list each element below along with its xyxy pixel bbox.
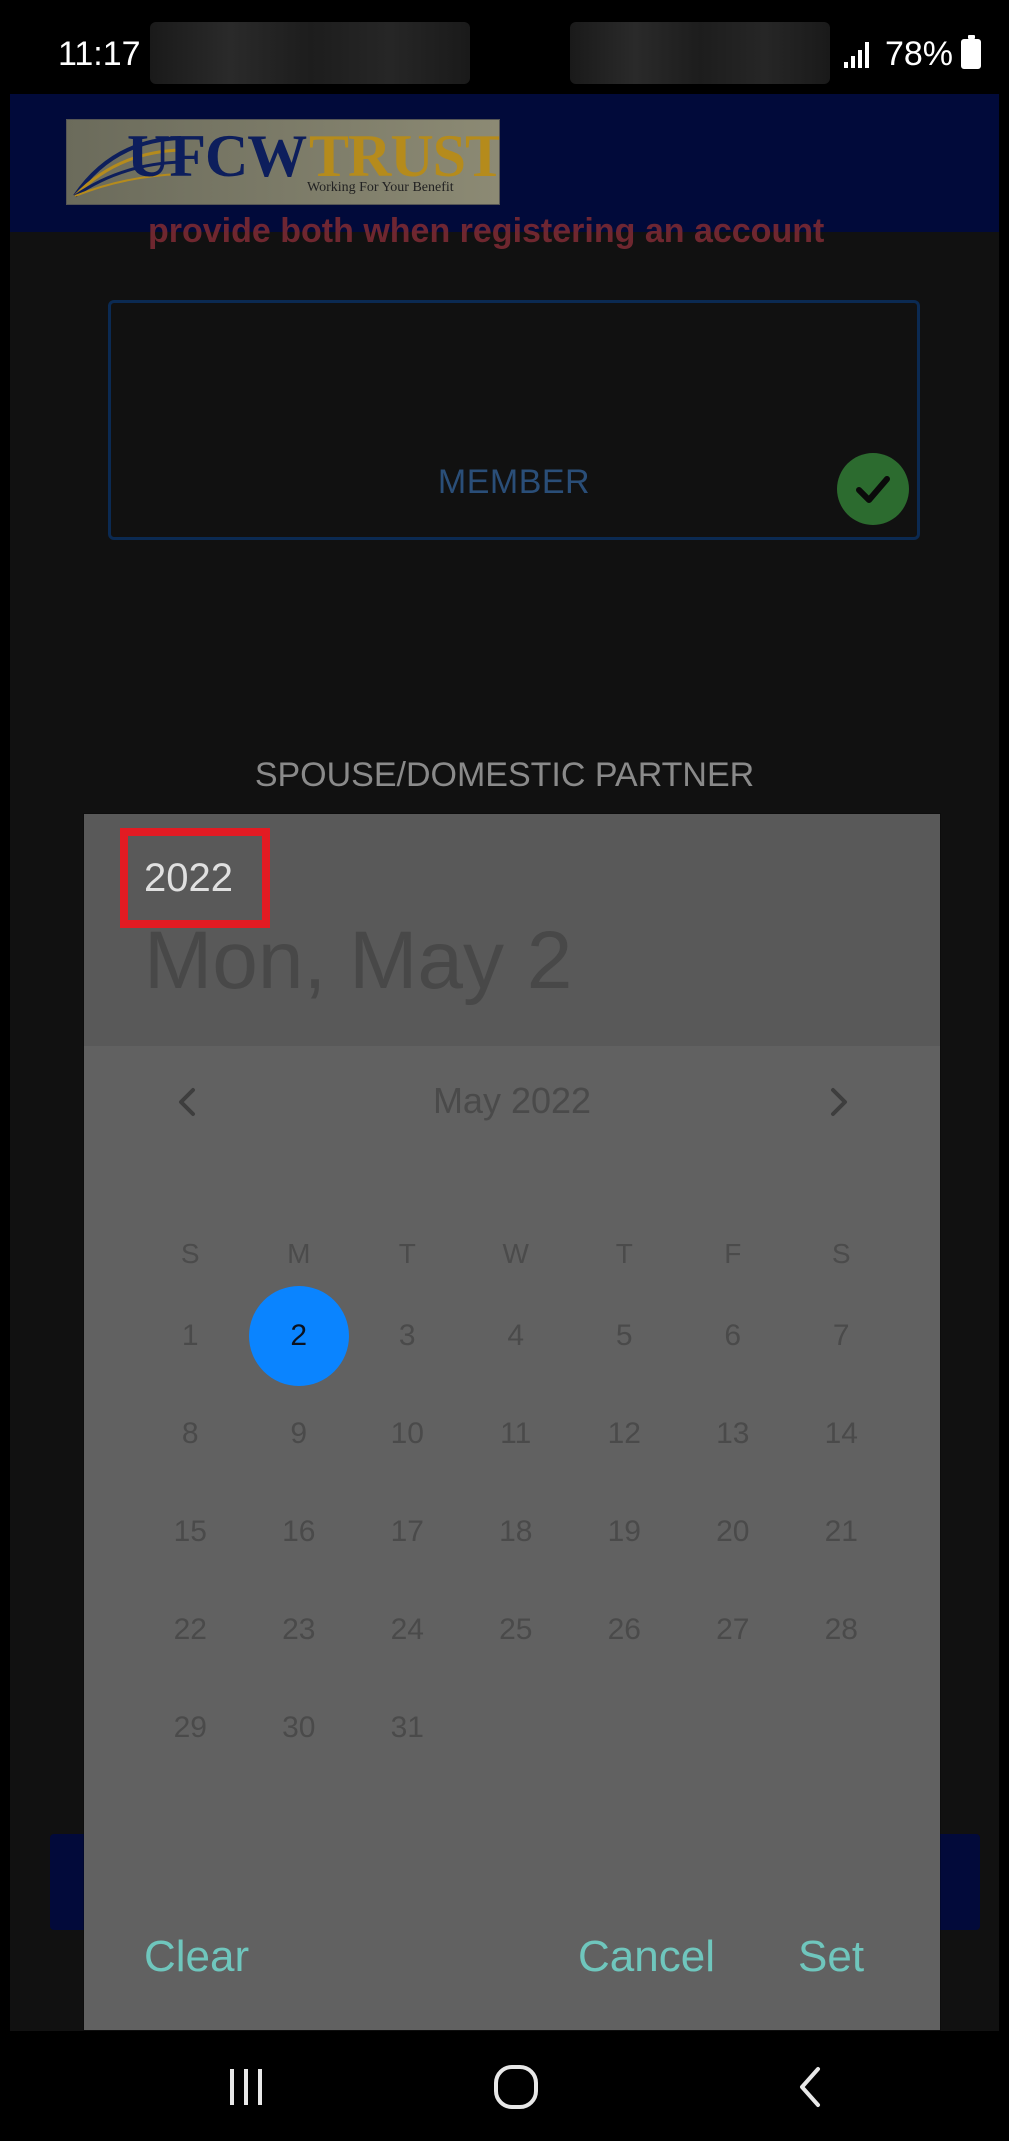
calendar-day[interactable]: 31 <box>353 1679 462 1777</box>
home-button[interactable] <box>476 2057 556 2117</box>
blurred-notification-area <box>150 22 470 84</box>
calendar-day[interactable]: 3 <box>353 1287 462 1385</box>
calendar-day[interactable]: 16 <box>245 1483 354 1581</box>
spouse-partner-label: SPOUSE/DOMESTIC PARTNER <box>254 756 755 794</box>
calendar-day[interactable]: 22 <box>136 1581 245 1679</box>
calendar-day[interactable]: 12 <box>570 1385 679 1483</box>
calendar-day[interactable]: 25 <box>462 1581 571 1679</box>
calendar-day[interactable]: 7 <box>787 1287 896 1385</box>
calendar-day[interactable]: 28 <box>787 1581 896 1679</box>
calendar-day[interactable]: 24 <box>353 1581 462 1679</box>
logo-text-ufcw: UFCW <box>127 123 307 189</box>
member-label: MEMBER <box>437 463 591 501</box>
calendar-day[interactable]: 18 <box>462 1483 571 1581</box>
date-picker-dialog: 2022 Mon, May 2 May 2022 S M T W T F S 1… <box>84 814 940 2030</box>
calendar-day[interactable]: 4 <box>462 1287 571 1385</box>
status-bar: 11:17 78% <box>10 14 999 94</box>
weekday-label: S <box>831 1238 851 1269</box>
check-icon <box>837 453 909 525</box>
set-button[interactable]: Set <box>798 1932 864 1982</box>
battery-percent: 78% <box>884 34 953 73</box>
next-month-button[interactable] <box>808 1072 868 1132</box>
weekday-label: T <box>615 1238 633 1269</box>
calendar-week: 1 2 3 4 5 6 7 <box>136 1287 896 1385</box>
signal-icon <box>843 40 869 68</box>
date-picker-header: 2022 Mon, May 2 <box>84 814 940 1046</box>
weekday-label: T <box>398 1238 416 1269</box>
calendar-day[interactable]: 30 <box>245 1679 354 1777</box>
weekday-header: S M T W T F S <box>136 1224 896 1284</box>
calendar-day[interactable]: 27 <box>679 1581 788 1679</box>
calendar-day[interactable]: 11 <box>462 1385 571 1483</box>
status-right: 78% <box>843 34 981 74</box>
calendar-day[interactable]: 5 <box>570 1287 679 1385</box>
calendar-week: 29 30 31 <box>136 1679 896 1777</box>
calendar-day[interactable]: 17 <box>353 1483 462 1581</box>
calendar-week: 8 9 10 11 12 13 14 <box>136 1385 896 1483</box>
back-chevron-icon <box>800 2067 820 2107</box>
calendar-day[interactable]: 14 <box>787 1385 896 1483</box>
blurred-notification-area <box>570 22 830 84</box>
month-navigation: May 2022 <box>84 1066 940 1146</box>
dialog-actions: Clear Cancel Set <box>84 1932 940 2012</box>
weekday-label: M <box>287 1238 311 1269</box>
system-nav-bar <box>10 2031 999 2141</box>
home-icon <box>494 2065 538 2109</box>
cancel-button[interactable]: Cancel <box>578 1932 715 1982</box>
calendar-day[interactable]: 15 <box>136 1483 245 1581</box>
recent-apps-icon <box>230 2069 262 2105</box>
battery-icon <box>961 35 981 69</box>
calendar-day-empty <box>570 1679 679 1777</box>
calendar-day-empty <box>462 1679 571 1777</box>
year-selector[interactable]: 2022 <box>144 856 233 901</box>
chevron-right-icon <box>831 1088 847 1116</box>
clipped-instruction-text: provide both when registering an account <box>148 212 825 250</box>
calendar-day[interactable]: 9 <box>245 1385 354 1483</box>
calendar-day[interactable]: 23 <box>245 1581 354 1679</box>
weekday-label: F <box>724 1238 742 1269</box>
calendar-day[interactable]: 6 <box>679 1287 788 1385</box>
calendar-day[interactable]: 10 <box>353 1385 462 1483</box>
calendar-day-empty <box>787 1679 896 1777</box>
clear-button[interactable]: Clear <box>144 1932 249 1982</box>
calendar-day[interactable]: 1 <box>136 1287 245 1385</box>
weekday-label: S <box>180 1238 200 1269</box>
selected-date-title: Mon, May 2 <box>144 915 573 1006</box>
calendar-day-empty <box>679 1679 788 1777</box>
calendar-day[interactable]: 19 <box>570 1483 679 1581</box>
logo-tagline: Working For Your Benefit <box>307 180 454 195</box>
member-card[interactable]: MEMBER <box>108 300 920 540</box>
recent-apps-button[interactable] <box>206 2057 286 2117</box>
calendar-day[interactable]: 20 <box>679 1483 788 1581</box>
calendar-day[interactable]: 8 <box>136 1385 245 1483</box>
calendar-day[interactable]: 29 <box>136 1679 245 1777</box>
calendar-week: 15 16 17 18 19 20 21 <box>136 1483 896 1581</box>
calendar-week: 22 23 24 25 26 27 28 <box>136 1581 896 1679</box>
selected-day-number: 2 <box>290 1319 308 1352</box>
calendar-day[interactable]: 26 <box>570 1581 679 1679</box>
weekday-label: W <box>502 1238 529 1269</box>
ufcw-trust-logo[interactable]: UFCW TRUST Working For Your Benefit <box>66 119 500 205</box>
calendar-day-selected[interactable]: 2 <box>245 1287 354 1385</box>
status-time: 11:17 <box>58 34 141 73</box>
back-button[interactable] <box>770 2057 850 2117</box>
calendar-day[interactable]: 21 <box>787 1483 896 1581</box>
calendar-day[interactable]: 13 <box>679 1385 788 1483</box>
